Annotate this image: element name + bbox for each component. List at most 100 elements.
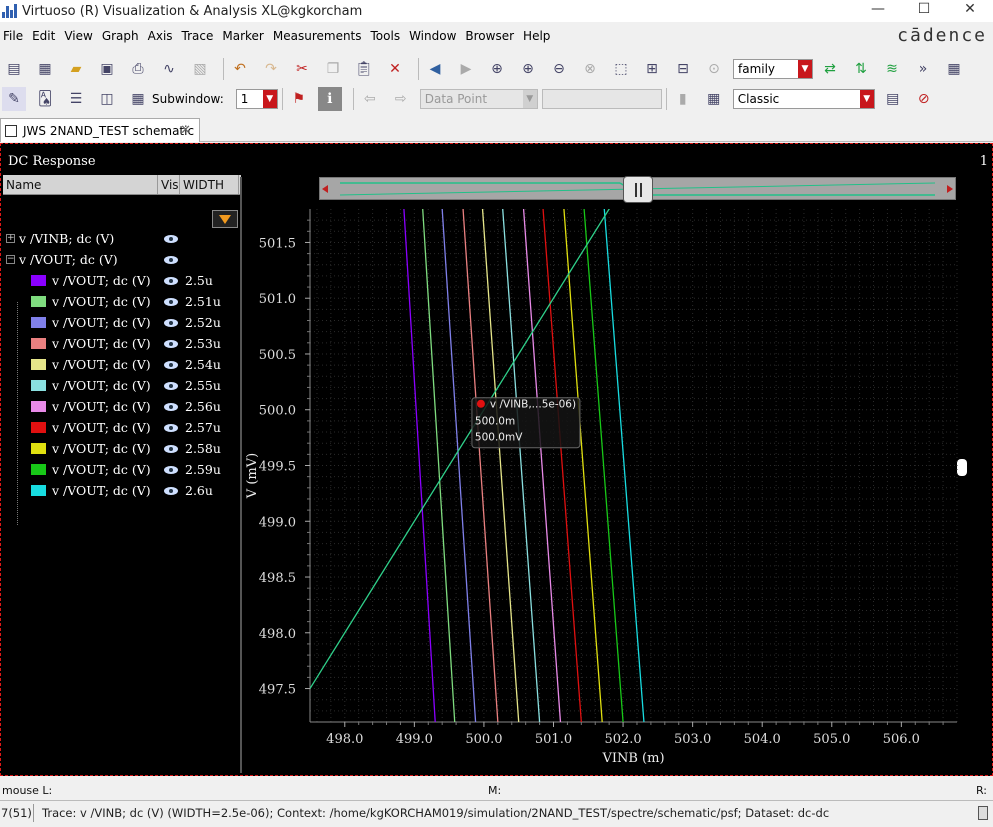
- vout-trace[interactable]: [481, 209, 520, 722]
- trace-color-swatch[interactable]: [31, 296, 46, 307]
- trace-group-row[interactable]: − v /VOUT; dc (V): [3, 249, 241, 270]
- strip-traces-icon[interactable]: ≋: [880, 57, 904, 81]
- histogram-icon[interactable]: ▮: [671, 87, 695, 111]
- menu-browser[interactable]: Browser: [462, 29, 520, 43]
- menu-marker[interactable]: Marker: [219, 29, 269, 43]
- trace-color-swatch[interactable]: [31, 275, 46, 286]
- split-vertical-icon[interactable]: ◫: [95, 87, 119, 111]
- grid-layout-icon[interactable]: ▦: [942, 57, 966, 81]
- trace-row[interactable]: v /VOUT; dc (V) 2.52u: [3, 312, 241, 333]
- new-window-icon[interactable]: ▤: [2, 57, 26, 81]
- menu-view[interactable]: View: [61, 29, 98, 43]
- paste-icon[interactable]: 📋︎: [352, 57, 376, 81]
- column-width[interactable]: WIDTH: [180, 175, 239, 194]
- calculator-icon[interactable]: ▦: [702, 87, 726, 111]
- flag-icon[interactable]: ⚑: [287, 87, 311, 111]
- waveform-icon[interactable]: ∿: [157, 57, 181, 81]
- trace-color-swatch[interactable]: [31, 485, 46, 496]
- menu-window[interactable]: Window: [406, 29, 462, 43]
- trace-row[interactable]: v /VOUT; dc (V) 2.55u: [3, 375, 241, 396]
- trace-color-swatch[interactable]: [31, 359, 46, 370]
- visibility-eye-icon[interactable]: [164, 444, 178, 453]
- zoom-fit-icon[interactable]: ⊕: [485, 57, 509, 81]
- open-folder-icon[interactable]: ▰: [64, 57, 88, 81]
- vout-trace[interactable]: [542, 209, 582, 722]
- visibility-eye-icon[interactable]: [164, 276, 178, 285]
- save-icon[interactable]: ▣: [95, 57, 119, 81]
- menu-edit[interactable]: Edit: [29, 29, 61, 43]
- marker-dot[interactable]: [476, 399, 485, 408]
- zoom-box-icon[interactable]: ⬚: [609, 57, 633, 81]
- trace-color-swatch[interactable]: [31, 317, 46, 328]
- family-combo[interactable]: family ▼: [733, 59, 813, 79]
- menu-axis[interactable]: Axis: [145, 29, 179, 43]
- menu-graph[interactable]: Graph: [99, 29, 145, 43]
- visibility-eye-icon[interactable]: [164, 297, 178, 306]
- visibility-eye-icon[interactable]: [164, 465, 178, 474]
- trace-color-swatch[interactable]: [31, 443, 46, 454]
- remove-window-icon[interactable]: ⊘: [912, 87, 936, 111]
- undo-icon[interactable]: ↶: [228, 57, 252, 81]
- visibility-eye-icon[interactable]: [164, 423, 178, 432]
- vout-trace[interactable]: [583, 209, 624, 722]
- next-marker-icon[interactable]: ⇨: [389, 87, 413, 111]
- close-icon[interactable]: ✕: [180, 123, 191, 138]
- marker-info-icon[interactable]: ℹ: [317, 87, 342, 111]
- slider-left-arrow-icon[interactable]: [322, 185, 328, 193]
- marker-value-field[interactable]: [541, 89, 662, 109]
- visibility-eye-icon[interactable]: [164, 486, 178, 495]
- trace-color-swatch[interactable]: [31, 401, 46, 412]
- close-button[interactable]: ✕: [947, 0, 993, 22]
- plot-area[interactable]: 498.0 499.0 500.0 501.0 502.0 503.0 504.0 505.0…: [242, 204, 962, 774]
- visibility-eye-icon[interactable]: [164, 402, 178, 411]
- trace-row[interactable]: v /VOUT; dc (V) 2.5u: [3, 270, 241, 291]
- column-vis[interactable]: Vis: [158, 175, 180, 194]
- marker-type-combo[interactable]: Data Point ▼: [419, 89, 538, 109]
- more-tools-icon[interactable]: »: [911, 57, 935, 81]
- trace-color-swatch[interactable]: [31, 338, 46, 349]
- prev-marker-icon[interactable]: ⇦: [358, 87, 382, 111]
- redo-icon[interactable]: ↷: [259, 57, 283, 81]
- subwindow-combo[interactable]: 1 ▼: [235, 89, 278, 109]
- expander-icon[interactable]: −: [6, 255, 15, 264]
- trace-row[interactable]: v /VOUT; dc (V) 2.56u: [3, 396, 241, 417]
- visibility-eye-icon[interactable]: [164, 360, 178, 369]
- trace-row[interactable]: v /VOUT; dc (V) 2.59u: [3, 459, 241, 480]
- trace-row[interactable]: v /VOUT; dc (V) 2.53u: [3, 333, 241, 354]
- slider-right-arrow-icon[interactable]: [947, 185, 953, 193]
- trace-color-swatch[interactable]: [31, 422, 46, 433]
- menu-help[interactable]: Help: [520, 29, 556, 43]
- trace-color-swatch[interactable]: [31, 380, 46, 391]
- maximize-button[interactable]: ☐: [901, 0, 947, 22]
- resize-grip-icon[interactable]: [978, 806, 988, 820]
- zoom-x-icon[interactable]: ⊗: [578, 57, 602, 81]
- zoom-in-icon[interactable]: ⊕: [516, 57, 540, 81]
- trace-row[interactable]: v /VOUT; dc (V) 2.51u: [3, 291, 241, 312]
- vout-trace[interactable]: [462, 209, 499, 722]
- zoom-reset-icon[interactable]: ⊙: [702, 57, 726, 81]
- visibility-eye-icon[interactable]: [164, 318, 178, 327]
- print-icon[interactable]: ⎙: [126, 57, 150, 81]
- trace-row[interactable]: v /VOUT; dc (V) 2.58u: [3, 438, 241, 459]
- visibility-eye-icon[interactable]: [164, 255, 178, 264]
- cut-icon[interactable]: ✂: [290, 57, 314, 81]
- cards-icon[interactable]: 🂡︎: [33, 87, 57, 111]
- split-horizontal-icon[interactable]: ☰: [64, 87, 88, 111]
- trace-group-row[interactable]: + v /VINB; dc (V): [3, 228, 241, 249]
- expander-icon[interactable]: +: [6, 234, 15, 243]
- trace-row[interactable]: v /VOUT; dc (V) 2.54u: [3, 354, 241, 375]
- trace-color-swatch[interactable]: [31, 464, 46, 475]
- tile-icon[interactable]: ▦: [126, 87, 150, 111]
- trace-row[interactable]: v /VOUT; dc (V) 2.6u: [3, 480, 241, 501]
- new-subwindow-icon[interactable]: ▦: [33, 57, 57, 81]
- column-name[interactable]: Name: [3, 175, 158, 194]
- style-combo[interactable]: Classic ▼: [732, 89, 875, 109]
- back-icon[interactable]: ◀: [423, 57, 447, 81]
- menu-tools[interactable]: Tools: [368, 29, 407, 43]
- visibility-eye-icon[interactable]: [164, 234, 178, 243]
- visibility-eye-icon[interactable]: [164, 381, 178, 390]
- copy-icon[interactable]: ❐: [321, 57, 345, 81]
- overlay-traces-icon[interactable]: ⇄: [818, 57, 842, 81]
- filter-icon[interactable]: [212, 210, 238, 228]
- x-range-slider[interactable]: [319, 176, 956, 203]
